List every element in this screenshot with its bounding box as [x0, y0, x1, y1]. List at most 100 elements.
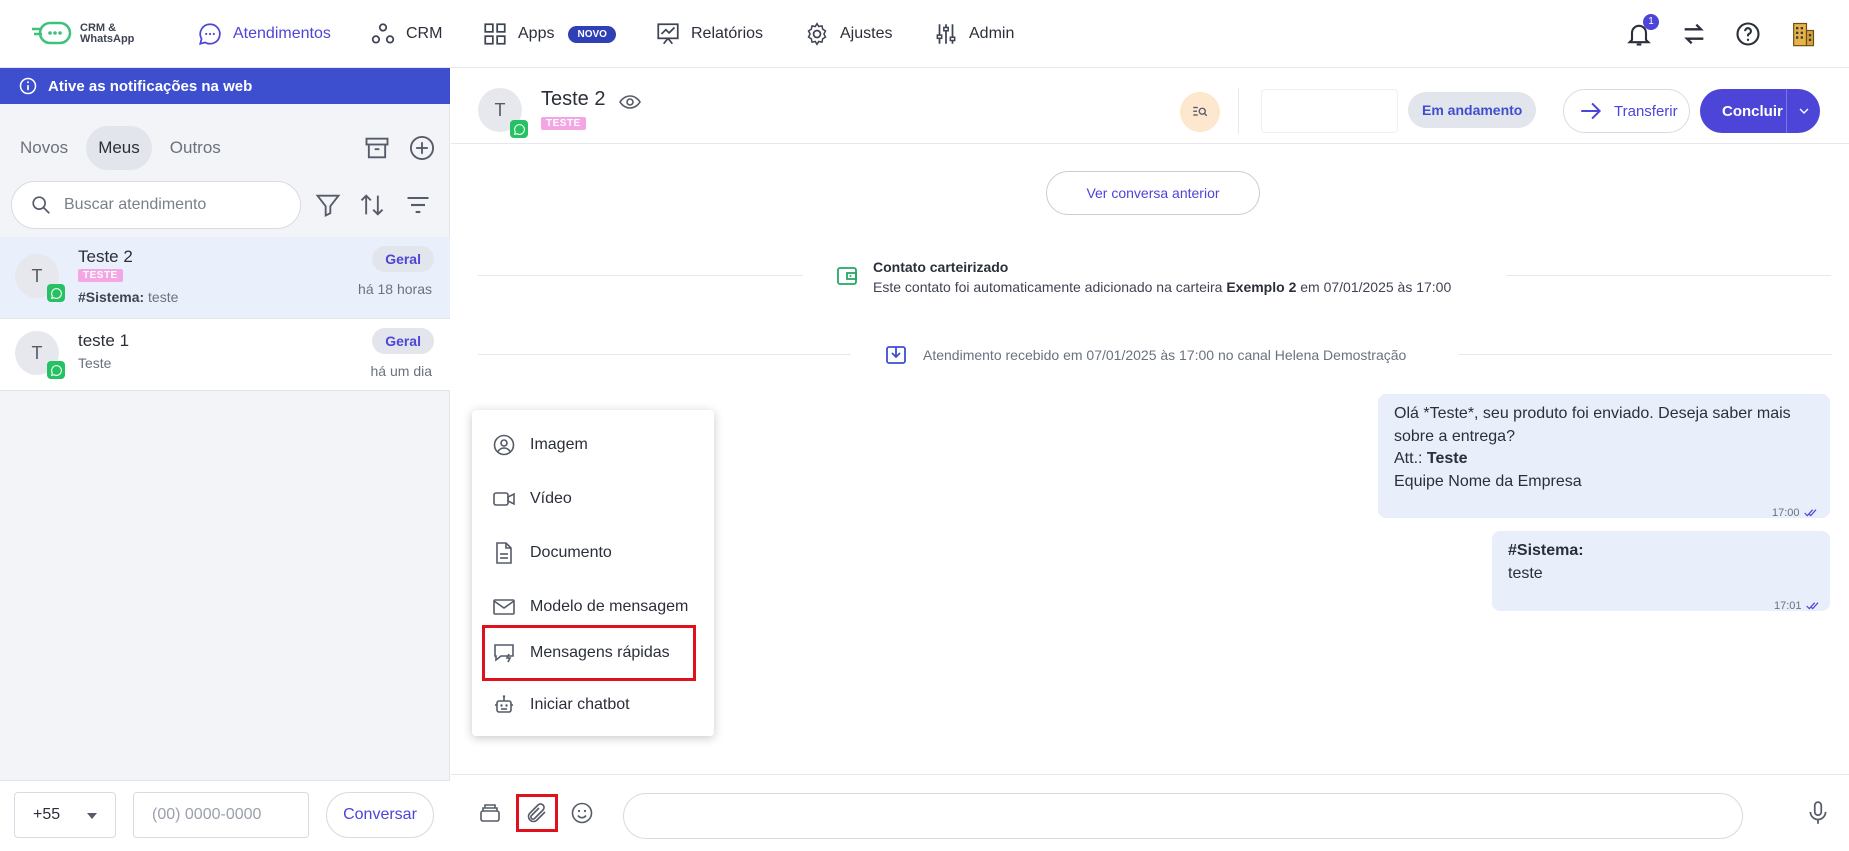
message-time: 17:01: [1774, 600, 1802, 612]
archive-icon: [365, 137, 389, 159]
preview-text: teste: [144, 289, 179, 305]
menu-item-message-template[interactable]: Modelo de mensagem: [488, 584, 702, 630]
contact-tag: TESTE: [541, 117, 586, 130]
contact-name: Teste 2: [541, 88, 606, 110]
double-check-icon: [1803, 509, 1816, 517]
message-input[interactable]: [623, 793, 1743, 839]
attach-button[interactable]: [516, 794, 558, 832]
header-field[interactable]: [1261, 89, 1398, 133]
system-event-received: Atendimento recebido em 07/01/2025 às 17…: [923, 347, 1407, 363]
nav-apps-label: Apps: [518, 25, 555, 42]
building-icon: [1793, 22, 1815, 47]
menu-item-start-chatbot[interactable]: Iniciar chatbot: [488, 682, 702, 728]
menu-item-label: Documento: [530, 544, 612, 561]
logo-text: CRM & WhatsApp: [80, 23, 134, 45]
view-contact-button[interactable]: [618, 90, 642, 119]
menu-item-document[interactable]: Documento: [488, 530, 702, 576]
microphone-icon: [1809, 801, 1827, 824]
menu-item-label: Vídeo: [530, 490, 572, 507]
country-code-select[interactable]: +55: [14, 792, 116, 838]
video-icon: [493, 492, 515, 506]
voice-message-button[interactable]: [1804, 799, 1832, 827]
notification-count-badge: 1: [1643, 14, 1659, 30]
conversation-preview: #Sistema: teste: [78, 289, 178, 305]
conclude-options-button[interactable]: [1786, 89, 1820, 133]
notifications-button[interactable]: 1: [1625, 14, 1659, 48]
start-conversation-button[interactable]: Conversar: [326, 792, 434, 838]
chat-header: T Teste 2 TESTE Em andamento Transferir …: [451, 68, 1849, 144]
logo-icon: [32, 20, 74, 48]
logo[interactable]: CRM & WhatsApp: [32, 20, 134, 48]
divider: [478, 275, 803, 276]
message-composer: [451, 774, 1849, 851]
conclude-button[interactable]: Concluir: [1700, 89, 1820, 133]
message-bubble[interactable]: Olá *Teste*, seu produto foi enviado. De…: [1378, 394, 1830, 518]
conversation-item[interactable]: T teste 1 Teste Geral há um dia: [0, 319, 450, 391]
search-input[interactable]: [64, 196, 284, 214]
nav-apps[interactable]: Apps NOVO: [482, 20, 616, 48]
search-box[interactable]: [11, 181, 301, 229]
smile-icon: [571, 802, 593, 824]
enable-notifications-bar[interactable]: Ative as notificações na web: [0, 68, 450, 104]
double-check-icon: [1805, 602, 1818, 610]
menu-item-quick-messages[interactable]: Mensagens rápidas: [482, 625, 696, 681]
search-messages-button[interactable]: [1180, 92, 1220, 132]
country-code-value: +55: [33, 806, 61, 823]
phone-input[interactable]: [133, 792, 309, 838]
tab-novos[interactable]: Novos: [8, 126, 80, 170]
sort-button[interactable]: [358, 191, 386, 219]
conversation-name: Teste 2: [78, 247, 133, 266]
company-button[interactable]: [1789, 20, 1817, 48]
presentation-chart-icon: [657, 23, 679, 45]
divider: [478, 354, 851, 355]
nav-relatorios[interactable]: Relatórios: [655, 20, 763, 48]
message-bold: Teste: [1426, 450, 1468, 467]
gear-icon: [807, 22, 827, 46]
nav-ajustes[interactable]: Ajustes: [804, 20, 892, 48]
status-badge: Em andamento: [1408, 92, 1537, 128]
tab-meus[interactable]: Meus: [86, 126, 152, 170]
caret-down-icon: [87, 813, 97, 819]
attachment-menu: Imagem Vídeo Documento Modelo de mensage…: [472, 410, 714, 736]
nav-crm[interactable]: CRM: [370, 20, 442, 48]
conversation-sidebar: Ative as notificações na web Novos Meus …: [0, 68, 450, 851]
preview-prefix: #Sistema:: [78, 289, 145, 305]
nav-admin[interactable]: Admin: [933, 20, 1014, 48]
document-icon: [496, 542, 512, 564]
menu-item-video[interactable]: Vídeo: [488, 476, 702, 522]
contact-tag: TESTE: [78, 269, 123, 282]
archive-button[interactable]: [363, 134, 391, 162]
quick-replies-button[interactable]: [476, 799, 504, 827]
list-filter-button[interactable]: [404, 191, 432, 219]
search-icon: [32, 196, 50, 214]
menu-item-label: Mensagens rápidas: [530, 644, 670, 661]
divider: [1506, 275, 1831, 276]
transfer-button[interactable]: Transferir: [1563, 89, 1690, 133]
new-conversation-button[interactable]: [408, 134, 436, 162]
tab-outros[interactable]: Outros: [158, 126, 233, 170]
inbox-icon: [884, 343, 908, 372]
new-badge: NOVO: [568, 25, 616, 43]
whatsapp-icon: [47, 284, 65, 302]
eye-icon: [619, 95, 641, 109]
switch-button[interactable]: [1680, 20, 1708, 48]
help-button[interactable]: [1734, 20, 1762, 48]
message-bubble[interactable]: #Sistema: teste: [1492, 531, 1830, 611]
emoji-button[interactable]: [568, 799, 596, 827]
nav-atendimentos[interactable]: Atendimentos: [197, 20, 331, 48]
search-list-icon: [1193, 106, 1208, 117]
notification-bar-text: Ative as notificações na web: [48, 77, 253, 95]
robot-icon: [495, 695, 513, 713]
menu-item-image[interactable]: Imagem: [488, 422, 702, 468]
conversation-item[interactable]: T Teste 2 TESTE #Sistema: teste Geral há…: [0, 237, 450, 319]
system-event-wallet: Exemplo 2: [1226, 279, 1297, 295]
filter-button[interactable]: [314, 191, 342, 219]
logo-line2: WhatsApp: [80, 33, 135, 45]
conversation-name: teste 1: [78, 331, 130, 350]
arrows-swap-icon: [1684, 23, 1704, 45]
whatsapp-icon: [510, 120, 528, 138]
message-text: Att.:: [1394, 450, 1427, 467]
message-line: sobre a entrega?: [1394, 427, 1515, 445]
previous-conversation-button[interactable]: Ver conversa anterior: [1046, 171, 1260, 215]
system-event-text-part: Este contato foi automaticamente adicion…: [873, 279, 1227, 295]
